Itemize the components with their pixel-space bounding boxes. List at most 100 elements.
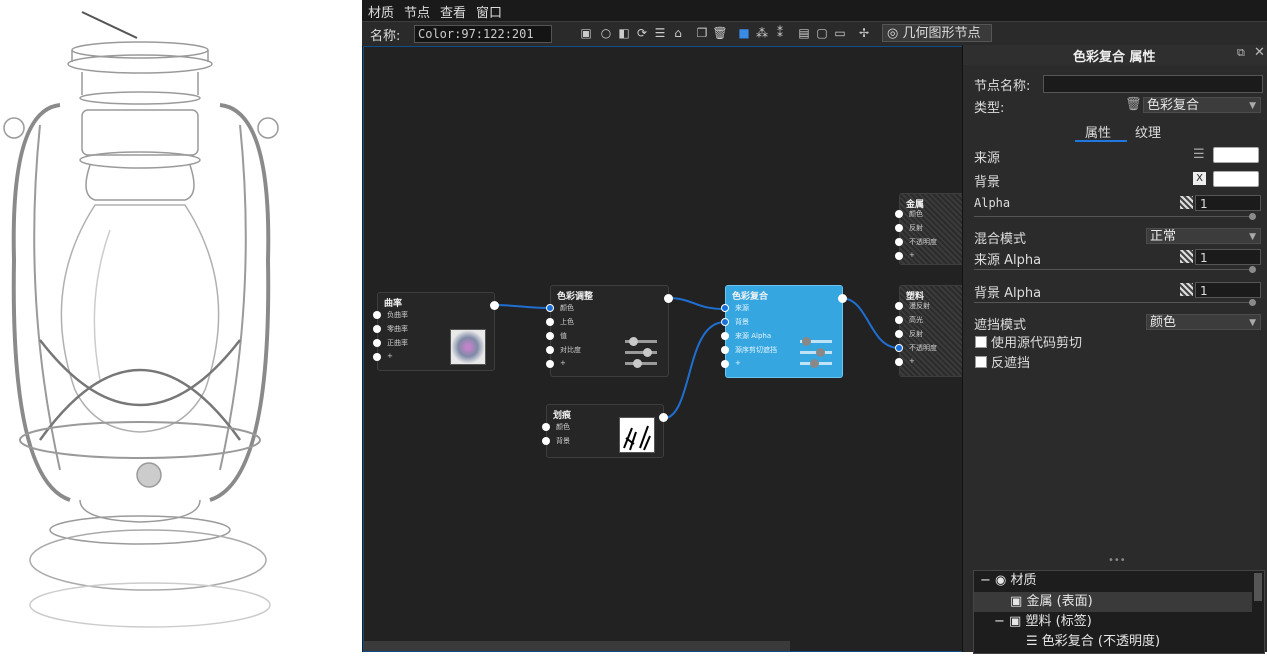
node-curvature[interactable]: 曲率 负曲率 零曲率 正曲率 + bbox=[373, 292, 499, 371]
checker-icon[interactable] bbox=[1180, 283, 1193, 296]
use-source-clip-checkbox[interactable] bbox=[975, 336, 987, 348]
ungroup-icon[interactable]: ⁑ bbox=[772, 25, 788, 41]
type-select[interactable]: 色彩复合 ▼ bbox=[1143, 97, 1261, 113]
node-add-icon[interactable]: ■ bbox=[736, 25, 752, 41]
slider-knob[interactable] bbox=[643, 348, 652, 357]
tree-scrollbar[interactable] bbox=[1254, 573, 1262, 601]
tree-item[interactable]: ☰ 色彩复合 (不透明度) bbox=[1026, 632, 1252, 652]
input-pin[interactable] bbox=[546, 318, 554, 326]
node-scratch[interactable]: 划痕 颜色 背景 bbox=[542, 404, 668, 458]
input-pin[interactable] bbox=[895, 302, 903, 310]
output-pin[interactable] bbox=[659, 413, 668, 422]
lock-icon[interactable]: ⌂ bbox=[670, 25, 686, 41]
input-pin[interactable] bbox=[721, 318, 729, 326]
input-pin[interactable] bbox=[895, 224, 903, 232]
layout-icon[interactable]: ▤ bbox=[796, 25, 812, 41]
input-pin[interactable] bbox=[895, 238, 903, 246]
mask-mode-select[interactable]: 颜色 ▼ bbox=[1146, 314, 1261, 330]
input-pin[interactable] bbox=[542, 437, 550, 445]
tree-item[interactable]: − ▣ 塑料 (标签) bbox=[994, 612, 1252, 632]
group-icon[interactable]: ⁂ bbox=[754, 25, 770, 41]
input-pin[interactable] bbox=[373, 339, 381, 347]
source-alpha-slider-track[interactable] bbox=[974, 269, 1254, 270]
alpha-slider-track[interactable] bbox=[974, 216, 1254, 217]
background-alpha-slider-track[interactable] bbox=[974, 302, 1254, 303]
source-alpha-slider-knob[interactable] bbox=[1249, 266, 1256, 273]
output-pin[interactable] bbox=[838, 294, 847, 303]
menu-material[interactable]: 材质 bbox=[368, 2, 394, 21]
material-tree[interactable]: − ◉ 材质 ▣ 金属 (表面) − ▣ 塑料 (标签) ☰ 色彩复合 (不透明… bbox=[973, 570, 1265, 654]
menu-node[interactable]: 节点 bbox=[404, 2, 430, 21]
input-pin[interactable] bbox=[721, 360, 729, 368]
input-pin[interactable] bbox=[373, 353, 381, 361]
output-pin[interactable] bbox=[664, 294, 673, 303]
node-name-input[interactable] bbox=[1043, 75, 1263, 93]
input-pin[interactable] bbox=[721, 346, 729, 354]
collapse-icon[interactable]: − bbox=[980, 573, 991, 588]
slider-knob[interactable] bbox=[633, 359, 642, 368]
background-alpha-slider-knob[interactable] bbox=[1249, 299, 1256, 306]
node-graph-canvas[interactable]: 曲率 负曲率 零曲率 正曲率 + 色彩调整 颜色 上色 值 对比度 + 色彩复合… bbox=[363, 46, 965, 652]
save-icon[interactable]: ▣ bbox=[578, 25, 594, 41]
slider-knob[interactable] bbox=[816, 348, 825, 357]
copy-icon[interactable]: ❐ bbox=[694, 25, 710, 41]
node-color-adjust[interactable]: 色彩调整 颜色 上色 值 对比度 + bbox=[546, 285, 673, 377]
input-pin[interactable] bbox=[546, 304, 554, 312]
source-alpha-input[interactable]: 1 bbox=[1195, 249, 1261, 265]
background-color-swatch[interactable] bbox=[1213, 171, 1259, 187]
alpha-input[interactable]: 1 bbox=[1195, 195, 1261, 211]
input-pin[interactable] bbox=[373, 311, 381, 319]
tree-root[interactable]: − ◉ 材质 bbox=[980, 571, 1250, 591]
input-pin[interactable] bbox=[895, 210, 903, 218]
checker-icon[interactable] bbox=[1180, 196, 1193, 209]
tab-properties[interactable]: 属性 bbox=[1085, 122, 1111, 141]
input-pin[interactable] bbox=[721, 304, 729, 312]
close-icon[interactable]: ✕ bbox=[1254, 45, 1265, 60]
tree-item[interactable]: ▣ 金属 (表面) bbox=[974, 592, 1252, 612]
refresh-icon[interactable]: ⟳ bbox=[634, 25, 650, 41]
source-color-swatch[interactable] bbox=[1213, 147, 1259, 163]
slider-knob[interactable] bbox=[629, 337, 638, 346]
input-pin[interactable] bbox=[721, 332, 729, 340]
geometry-node-button[interactable]: ◎ 几何图形节点 bbox=[882, 24, 992, 42]
adjust-icon[interactable]: ☰ bbox=[1193, 147, 1205, 162]
texture-icon[interactable]: ◧ bbox=[616, 25, 632, 41]
adjust-icon[interactable]: ☰ bbox=[652, 25, 668, 41]
input-pin[interactable] bbox=[546, 360, 554, 368]
input-pin[interactable] bbox=[895, 344, 903, 352]
checker-icon[interactable] bbox=[1180, 250, 1193, 263]
input-pin[interactable] bbox=[546, 346, 554, 354]
blend-mode-select[interactable]: 正常 ▼ bbox=[1146, 228, 1261, 244]
input-pin[interactable] bbox=[895, 358, 903, 366]
input-pin[interactable] bbox=[895, 330, 903, 338]
input-pin[interactable] bbox=[895, 252, 903, 260]
connect-icon[interactable]: ✢ bbox=[856, 25, 872, 41]
frame-icon[interactable]: ▢ bbox=[814, 25, 830, 41]
input-pin[interactable] bbox=[373, 325, 381, 333]
texture-link-icon[interactable]: X bbox=[1193, 172, 1206, 185]
alpha-slider-knob[interactable] bbox=[1249, 213, 1256, 220]
search-icon[interactable]: ○ bbox=[598, 25, 614, 41]
delete-icon[interactable]: 🗑 bbox=[712, 25, 728, 41]
trash-icon[interactable]: 🗑 bbox=[1125, 97, 1142, 112]
undock-icon[interactable]: ⧉ bbox=[1237, 46, 1245, 60]
fit-icon[interactable]: ▭ bbox=[832, 25, 848, 41]
slider-knob[interactable] bbox=[810, 359, 819, 368]
collapse-icon[interactable]: − bbox=[994, 614, 1005, 629]
input-pin[interactable] bbox=[895, 316, 903, 324]
splitter-handle[interactable]: ••• bbox=[1108, 555, 1126, 566]
slider-knob[interactable] bbox=[802, 337, 811, 346]
node-plastic[interactable]: 塑料 漫反射 高光 反射 不透明度 + bbox=[895, 285, 965, 377]
menu-window[interactable]: 窗口 bbox=[476, 2, 502, 21]
background-alpha-input[interactable]: 1 bbox=[1195, 282, 1261, 298]
3d-viewport[interactable] bbox=[0, 0, 362, 652]
node-color-composite[interactable]: 色彩复合 来源 背景 来源 Alpha 源序剪切遮挡 + bbox=[721, 285, 847, 378]
tab-texture[interactable]: 纹理 bbox=[1135, 122, 1161, 141]
input-pin[interactable] bbox=[542, 423, 550, 431]
horizontal-scrollbar[interactable] bbox=[364, 641, 790, 651]
name-input[interactable]: Color:97:122:201 bbox=[414, 25, 552, 43]
menu-view[interactable]: 查看 bbox=[440, 2, 466, 21]
input-pin[interactable] bbox=[546, 332, 554, 340]
node-metal[interactable]: 金属 颜色 反射 不透明度 + bbox=[895, 193, 965, 265]
invert-mask-checkbox[interactable] bbox=[975, 356, 987, 368]
